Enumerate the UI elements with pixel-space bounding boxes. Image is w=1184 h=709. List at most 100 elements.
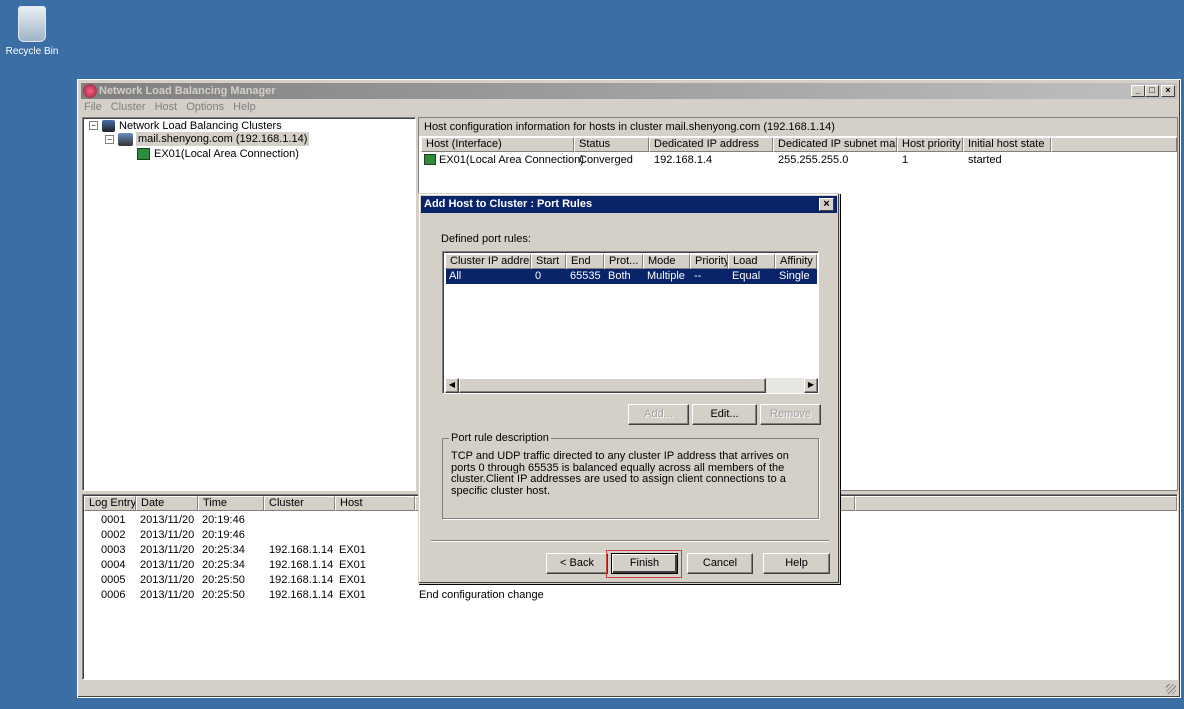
clusters-icon <box>102 120 115 132</box>
cell-mask: 255.255.255.0 <box>778 154 849 166</box>
dialog-title-bar[interactable]: Add Host to Cluster : Port Rules × <box>421 196 837 213</box>
collapse-icon[interactable]: − <box>105 135 114 144</box>
window-title: Network Load Balancing Manager <box>99 85 276 97</box>
log-cell: 2013/11/20 <box>140 529 195 541</box>
recycle-bin-label: Recycle Bin <box>5 46 59 57</box>
edit-button[interactable]: Edit... <box>692 404 757 425</box>
menu-help[interactable]: Help <box>233 101 256 113</box>
add-button[interactable]: Add... <box>628 404 689 425</box>
tree-cluster[interactable]: mail.shenyong.com (192.168.1.14) <box>136 132 310 146</box>
menu-file[interactable]: File <box>84 101 102 113</box>
scroll-right-icon[interactable]: ▶ <box>804 378 818 393</box>
cell-cluster-ip: All <box>449 270 462 282</box>
minimize-button[interactable]: _ <box>1131 85 1145 97</box>
description-label: Port rule description <box>449 432 551 444</box>
horizontal-scrollbar[interactable]: ◀ ▶ <box>445 378 818 393</box>
dialog-title: Add Host to Cluster : Port Rules <box>424 198 593 210</box>
col-log-entry[interactable]: Log Entry <box>84 496 136 511</box>
cluster-icon <box>118 133 133 146</box>
log-cell: EX01 <box>339 544 366 556</box>
col-end[interactable]: End <box>566 254 604 269</box>
scroll-thumb[interactable] <box>459 378 766 393</box>
back-button[interactable]: < Back <box>546 553 608 574</box>
log-cell: 2013/11/20 <box>140 544 195 556</box>
menu-cluster[interactable]: Cluster <box>111 101 146 113</box>
log-cell: EX01 <box>339 589 366 601</box>
col-host-interface[interactable]: Host (Interface) <box>421 137 574 152</box>
port-rules-dialog: Add Host to Cluster : Port Rules × Defin… <box>418 193 840 584</box>
log-cell: 0005 <box>101 574 126 586</box>
col-priority[interactable]: Priority <box>690 254 728 269</box>
defined-rules-label: Defined port rules: <box>441 233 531 245</box>
log-cell: 2013/11/20 <box>140 589 195 601</box>
col-initial-state[interactable]: Initial host state <box>963 137 1051 152</box>
col-cluster[interactable]: Cluster <box>264 496 335 511</box>
cell-mode: Multiple <box>647 270 685 282</box>
recycle-bin-icon <box>18 6 46 42</box>
cell-status: Converged <box>579 154 633 166</box>
col-time[interactable]: Time <box>198 496 264 511</box>
col-status[interactable]: Status <box>574 137 649 152</box>
cell-start: 0 <box>535 270 542 282</box>
log-cell: 0001 <box>101 514 126 526</box>
table-row[interactable]: EX01(Local Area Connection) Converged 19… <box>419 153 1177 168</box>
title-bar[interactable]: Network Load Balancing Manager _ □ × <box>81 83 1177 99</box>
port-rule-row[interactable]: All 0 65535 Both Multiple -- Equal Singl… <box>446 269 817 284</box>
tree-host[interactable]: EX01(Local Area Connection) <box>154 148 299 160</box>
menu-bar: File Cluster Host Options Help <box>84 101 256 113</box>
col-host-priority[interactable]: Host priority <box>897 137 963 152</box>
cell-state: started <box>968 154 1002 166</box>
close-button[interactable]: × <box>1161 85 1175 97</box>
col-date[interactable]: Date <box>136 496 198 511</box>
collapse-icon[interactable]: − <box>89 121 98 130</box>
log-cell: 0006 <box>101 589 126 601</box>
log-cell: EX01 <box>339 559 366 571</box>
log-cell: 0003 <box>101 544 126 556</box>
col-affinity[interactable]: Affinity <box>775 254 817 269</box>
col-host[interactable]: Host <box>335 496 415 511</box>
help-button[interactable]: Help <box>763 553 830 574</box>
log-cell: 20:25:34 <box>202 544 245 556</box>
maximize-button[interactable]: □ <box>1145 85 1159 97</box>
hosts-caption: Host configuration information for hosts… <box>419 118 1177 136</box>
port-rules-list[interactable]: Cluster IP address Start End Prot... Mod… <box>442 251 819 394</box>
recycle-bin[interactable]: Recycle Bin <box>4 6 60 57</box>
log-cell: 20:25:50 <box>202 574 245 586</box>
log-cell: 20:19:46 <box>202 529 245 541</box>
cell-priority: -- <box>694 270 702 282</box>
col-dedicated-ip[interactable]: Dedicated IP address <box>649 137 773 152</box>
remove-button[interactable]: Remove <box>760 404 821 425</box>
resize-grip-icon[interactable] <box>1166 684 1176 694</box>
tree-root[interactable]: Network Load Balancing Clusters <box>119 120 282 132</box>
col-subnet-mask[interactable]: Dedicated IP subnet mask <box>773 137 897 152</box>
log-cell: 192.168.1.14 <box>269 544 334 556</box>
col-start[interactable]: Start <box>531 254 566 269</box>
dialog-close-button[interactable]: × <box>819 198 834 211</box>
cell-affinity: Single <box>779 270 810 282</box>
scroll-left-icon[interactable]: ◀ <box>445 378 459 393</box>
cancel-button[interactable]: Cancel <box>687 553 753 574</box>
host-icon <box>137 148 150 160</box>
cell-priority: 1 <box>902 154 909 166</box>
col-cluster-ip[interactable]: Cluster IP address <box>445 254 531 269</box>
log-cell: 2013/11/20 <box>140 574 195 586</box>
menu-options[interactable]: Options <box>186 101 224 113</box>
finish-button[interactable]: Finish <box>611 553 678 574</box>
log-cell: EX01 <box>339 574 366 586</box>
log-description: End configuration change <box>419 589 544 601</box>
log-row[interactable]: 0006 2013/11/20 20:25:50 192.168.1.14 EX01 <box>83 588 1173 603</box>
col-protocol[interactable]: Prot... <box>604 254 643 269</box>
col-details[interactable] <box>855 496 1177 511</box>
cell-ip: 192.168.1.4 <box>654 154 713 166</box>
port-rule-description-group: Port rule description TCP and UDP traffi… <box>442 432 819 519</box>
log-cell: 2013/11/20 <box>140 559 195 571</box>
description-text: TCP and UDP traffic directed to any clus… <box>451 450 789 497</box>
log-cell: 20:25:34 <box>202 559 245 571</box>
cell-host: EX01(Local Area Connection) <box>439 154 584 166</box>
host-icon <box>424 154 436 165</box>
col-mode[interactable]: Mode <box>643 254 690 269</box>
separator <box>431 540 829 542</box>
col-load[interactable]: Load <box>728 254 775 269</box>
menu-host[interactable]: Host <box>155 101 178 113</box>
cluster-tree: − Network Load Balancing Clusters − mail… <box>82 117 416 491</box>
